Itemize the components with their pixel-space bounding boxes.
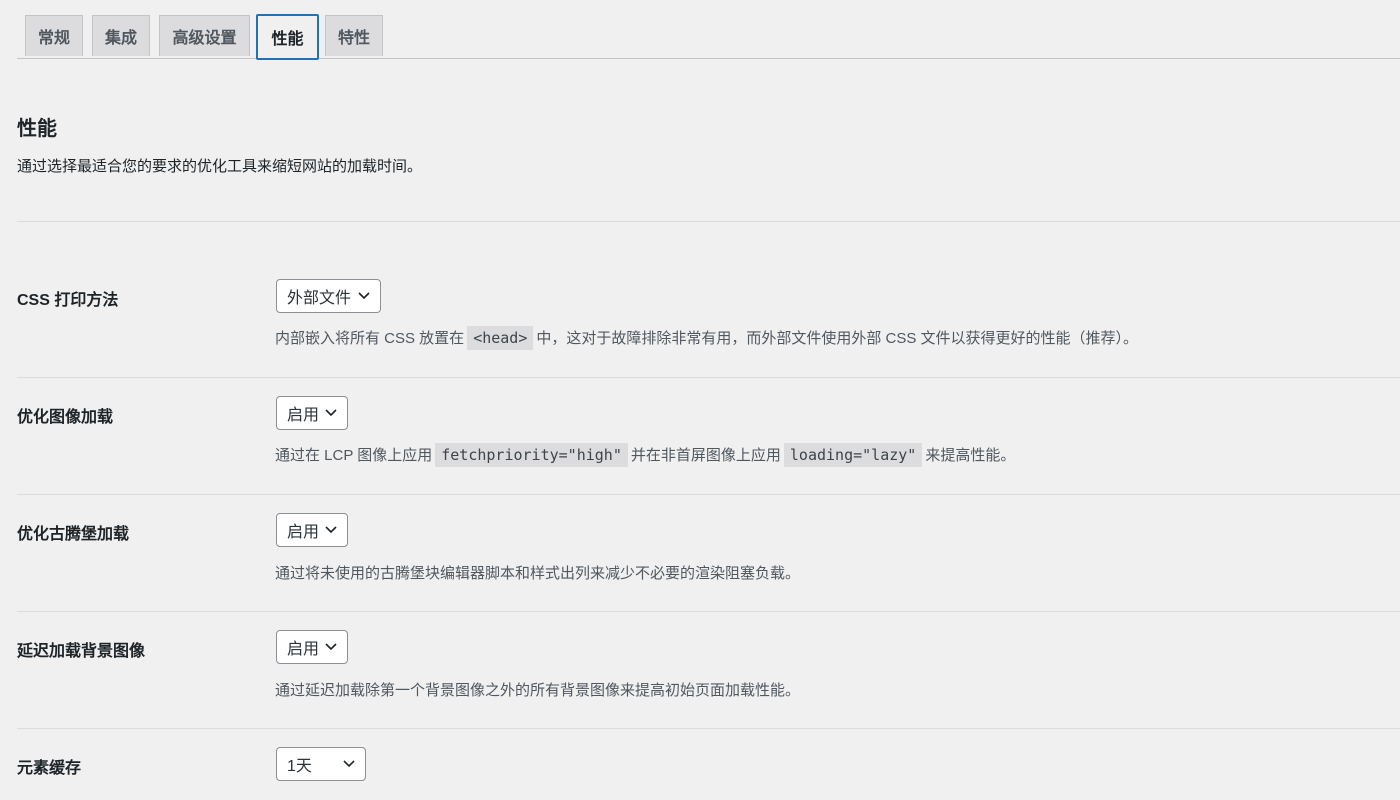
- css-print-method-help: 内部嵌入将所有 CSS 放置在 <head> 中，这对于故障排除非常有用，而外部文件…: [275, 326, 1138, 350]
- code-snippet: loading="lazy": [783, 443, 923, 467]
- section-description: 通过选择最适合您的要求的优化工具来缩短网站的加载时间。: [17, 158, 423, 175]
- code-snippet: fetchpriority="high": [435, 443, 628, 467]
- setting-label-optimize-gutenberg-loading: 优化古腾堡加载: [17, 526, 130, 543]
- select-value: 启用: [287, 524, 320, 541]
- tab-performance[interactable]: 性能: [256, 14, 319, 60]
- settings-tabs: 常规 集成 高级设置 性能 特性: [17, 14, 1400, 60]
- chevron-down-icon: [343, 760, 355, 768]
- code-snippet: <head>: [467, 326, 534, 350]
- chevron-down-icon: [325, 643, 337, 651]
- lazy-load-backgrounds-select[interactable]: 启用: [276, 630, 348, 664]
- optimize-gutenberg-loading-select[interactable]: 启用: [276, 513, 348, 547]
- divider: [17, 221, 1400, 222]
- optimize-gutenberg-loading-help: 通过将未使用的古腾堡块编辑器脚本和样式出列来减少不必要的渲染阻塞负载。: [275, 565, 801, 582]
- setting-label-optimize-image-loading: 优化图像加载: [17, 409, 114, 426]
- lazy-load-backgrounds-help: 通过延迟加载除第一个背景图像之外的所有背景图像来提高初始页面加载性能。: [275, 682, 801, 699]
- select-value: 启用: [287, 407, 320, 424]
- optimize-image-loading-select[interactable]: 启用: [276, 396, 348, 430]
- setting-label-lazy-load-backgrounds: 延迟加载背景图像: [17, 643, 146, 660]
- select-value: 启用: [287, 641, 320, 658]
- select-value: 1天: [287, 758, 312, 775]
- divider: [17, 494, 1400, 495]
- tab-advanced[interactable]: 高级设置: [159, 15, 250, 56]
- divider: [17, 728, 1400, 729]
- element-cache-select[interactable]: 1天: [276, 747, 366, 781]
- setting-label-element-cache: 元素缓存: [17, 760, 82, 777]
- select-value: 外部文件: [287, 290, 352, 307]
- tab-features[interactable]: 特性: [325, 15, 383, 56]
- tab-general[interactable]: 常规: [25, 15, 83, 56]
- tab-integrations[interactable]: 集成: [92, 15, 150, 56]
- divider: [17, 611, 1400, 612]
- css-print-method-select[interactable]: 外部文件: [276, 279, 381, 313]
- chevron-down-icon: [325, 409, 337, 417]
- chevron-down-icon: [358, 292, 370, 300]
- page-title: 性能: [17, 118, 57, 140]
- divider: [17, 377, 1400, 378]
- optimize-image-loading-help: 通过在 LCP 图像上应用 fetchpriority="high" 并在非首屏图像…: [275, 443, 1015, 467]
- setting-label-css-print-method: CSS 打印方法: [17, 292, 119, 309]
- chevron-down-icon: [325, 526, 337, 534]
